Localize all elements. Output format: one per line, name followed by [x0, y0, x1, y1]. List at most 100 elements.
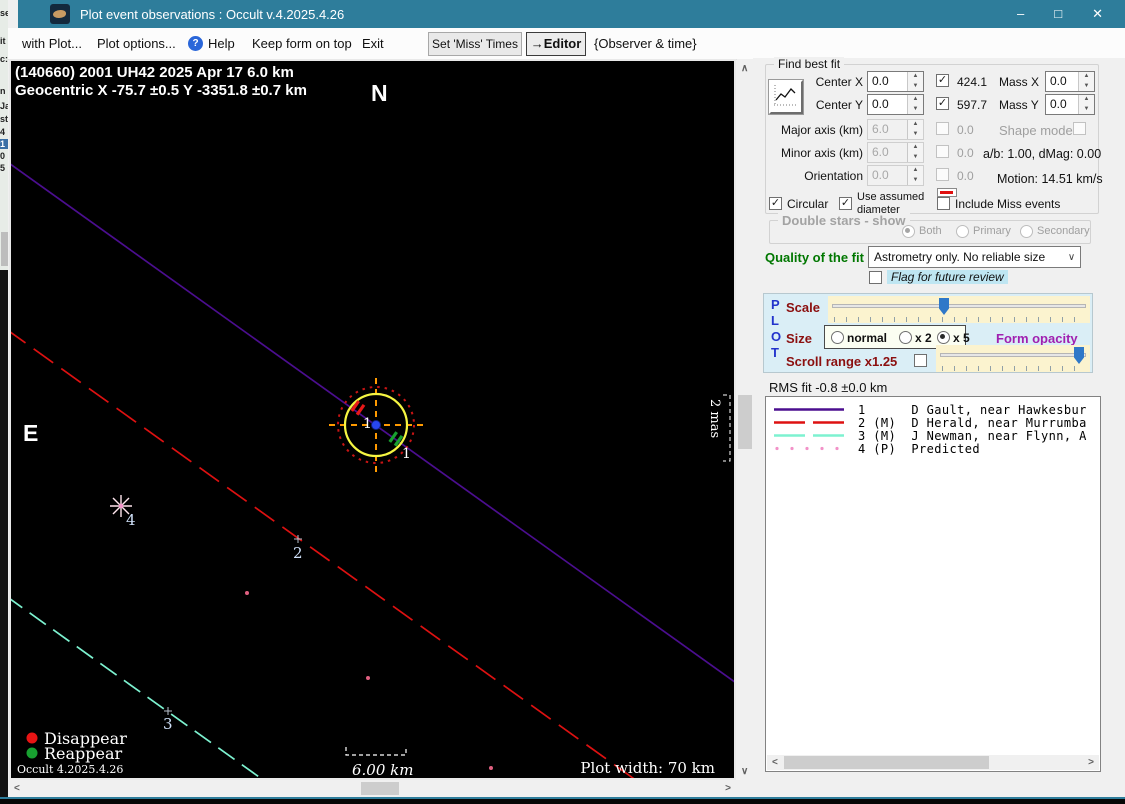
observation-row[interactable]: 4 (P) Predicted — [766, 441, 1100, 456]
editor-button[interactable]: →Editor — [526, 32, 586, 56]
find-fit-graph-button[interactable] — [768, 79, 804, 115]
minor-axis-spinner[interactable]: 6.0 ▲ ▼ — [867, 142, 924, 163]
observation-text: 3 (M) J Newman, near Flynn, A — [858, 428, 1087, 443]
vscroll-thumb[interactable] — [738, 395, 752, 449]
maximize-button[interactable]: □ — [1054, 6, 1062, 22]
scale-slider-thumb[interactable] — [939, 298, 949, 315]
station-label-4: 4 — [126, 511, 136, 529]
plot-title-line2: Geocentric X -75.7 ±0.5 Y -3351.8 ±0.7 k… — [15, 82, 307, 99]
plot-letter: O — [771, 329, 782, 344]
form-opacity-slider[interactable] — [936, 345, 1090, 372]
main-window: Plot event observations : Occult v.4.202… — [5, 0, 1125, 804]
double-stars-label: Double stars - show — [778, 213, 910, 228]
spin-down-icon[interactable]: ▼ — [1079, 105, 1094, 115]
disappear-marker — [350, 400, 366, 416]
spin-up-icon: ▲ — [912, 121, 919, 127]
orientation-fit-checkbox — [936, 168, 949, 181]
scroll-right-icon[interactable]: > — [1088, 757, 1094, 768]
quality-label: Quality of the fit — [765, 250, 864, 265]
chord-color-chip[interactable] — [937, 188, 957, 197]
plot-controls-panel: P L O T Scale Size normal x 2 x 5 Form o… — [763, 293, 1093, 373]
close-button[interactable]: ✕ — [1092, 6, 1103, 22]
spin-up-icon[interactable]: ▲ — [1079, 72, 1094, 82]
plot-area[interactable]: 1 1 2 3 4 (140660) 2001 UH42 2025 Apr 17… — [5, 59, 740, 804]
set-miss-times-button[interactable]: Set 'Miss' Times — [428, 32, 522, 56]
menu-help[interactable]: Help — [208, 36, 235, 51]
opacity-slider-thumb[interactable] — [1074, 347, 1084, 364]
reappear-legend-label: Reappear — [44, 744, 123, 763]
mass-x-label: Mass X — [999, 75, 1040, 89]
radio-secondary — [1020, 225, 1033, 238]
hscroll-thumb[interactable] — [361, 782, 399, 795]
scale-slider[interactable] — [828, 296, 1090, 323]
mass-x-spinner[interactable]: 0.0 ▲ ▼ — [1045, 71, 1095, 92]
menu-with-plot[interactable]: with Plot... — [22, 36, 82, 51]
scroll-up-icon[interactable]: ∧ — [741, 63, 748, 74]
radio-secondary-label: Secondary — [1037, 225, 1090, 237]
use-assumed-checkbox[interactable]: ✓ — [839, 197, 852, 210]
list-hscrollbar[interactable]: < > — [767, 755, 1099, 770]
minimize-button[interactable]: – — [1017, 6, 1024, 22]
scroll-range-checkbox[interactable] — [914, 354, 927, 367]
fit-x-checkbox[interactable]: ✓ — [936, 74, 949, 87]
radio-primary — [956, 225, 969, 238]
observation-text: 2 (M) D Herald, near Murrumba — [858, 415, 1087, 430]
help-icon[interactable]: ? — [188, 36, 203, 51]
menu-exit[interactable]: Exit — [362, 36, 384, 51]
scroll-range-label: Scroll range x1.25 — [786, 354, 898, 369]
plot-title-line1: (140660) 2001 UH42 2025 Apr 17 6.0 km — [15, 64, 294, 81]
spin-down-icon[interactable]: ▼ — [908, 82, 923, 92]
dropdown-arrow-icon[interactable]: ∨ — [1063, 252, 1080, 263]
plot-letter: P — [771, 297, 780, 312]
plot-vscrollbar[interactable]: ∧ ∨ — [737, 59, 753, 781]
circular-label: Circular — [787, 197, 829, 211]
rms-fit-label: RMS fit -0.8 ±0.0 km — [769, 380, 888, 395]
major-axis-spinner[interactable]: 6.0 ▲ ▼ — [867, 119, 924, 140]
radio-size-x2[interactable] — [899, 331, 912, 344]
title-bar[interactable]: Plot event observations : Occult v.4.202… — [18, 0, 1125, 28]
shape-model-label: Shape model — [999, 123, 1076, 138]
include-miss-checkbox[interactable] — [937, 197, 950, 210]
list-hscroll-thumb[interactable] — [784, 756, 989, 769]
plot-hscrollbar[interactable]: < > — [9, 781, 736, 796]
flag-review-label: Flag for future review — [887, 270, 1008, 284]
menu-keep-on-top[interactable]: Keep form on top — [252, 36, 352, 51]
radio-size-normal[interactable] — [831, 331, 844, 344]
spin-down-icon[interactable]: ▼ — [1079, 82, 1094, 92]
flag-review-checkbox[interactable] — [869, 271, 882, 284]
mass-y-label: Mass Y — [999, 98, 1039, 112]
major-axis-label: Major axis (km) — [781, 123, 864, 137]
observations-listbox[interactable]: 1 D Gault, near Hawkesbur 2 (M) D Herald… — [765, 396, 1101, 772]
scale-label: Scale — [786, 300, 820, 315]
radio-size-x5[interactable] — [937, 331, 950, 344]
spin-up-icon[interactable]: ▲ — [908, 72, 923, 82]
quality-dropdown[interactable]: Astrometry only. No reliable size ∨ — [868, 246, 1081, 268]
predicted-star-center — [118, 503, 124, 509]
spin-up-icon[interactable]: ▲ — [908, 95, 923, 105]
scroll-left-icon[interactable]: < — [14, 783, 20, 794]
circular-checkbox[interactable]: ✓ — [769, 197, 782, 210]
plot-width-label: Plot width: 70 km — [580, 759, 715, 777]
spin-up-icon[interactable]: ▲ — [1079, 95, 1094, 105]
fit-y-checkbox[interactable]: ✓ — [936, 97, 949, 110]
menu-bar: with Plot... Plot options... ? Help Keep… — [8, 28, 1125, 60]
spin-down-icon: ▼ — [912, 130, 919, 137]
scroll-left-icon[interactable]: < — [772, 757, 778, 768]
plot-letter: L — [771, 313, 779, 328]
orientation-spinner[interactable]: 0.0 ▲ ▼ — [867, 165, 924, 186]
radio-both — [902, 225, 915, 238]
scroll-right-icon[interactable]: > — [725, 783, 731, 794]
ab-dmag-label: a/b: 1.00, dMag: 0.00 — [983, 147, 1102, 161]
observation-text: 4 (P) Predicted — [858, 441, 980, 456]
center-y-spinner[interactable]: 0.0 ▲ ▼ — [867, 94, 924, 115]
spin-down-icon[interactable]: ▼ — [908, 105, 923, 115]
window-title: Plot event observations : Occult v.4.202… — [80, 6, 345, 22]
center-x-spinner[interactable]: 0.0 ▲ ▼ — [867, 71, 924, 92]
spin-up-icon: ▲ — [912, 144, 919, 150]
size-x5-label: x 5 — [953, 331, 970, 345]
mass-y-spinner[interactable]: 0.0 ▲ ▼ — [1045, 94, 1095, 115]
form-opacity-label: Form opacity — [996, 331, 1078, 346]
menu-plot-options[interactable]: Plot options... — [97, 36, 176, 51]
observation-text: 1 D Gault, near Hawkesbur — [858, 402, 1087, 417]
scroll-down-icon[interactable]: ∨ — [741, 766, 748, 777]
